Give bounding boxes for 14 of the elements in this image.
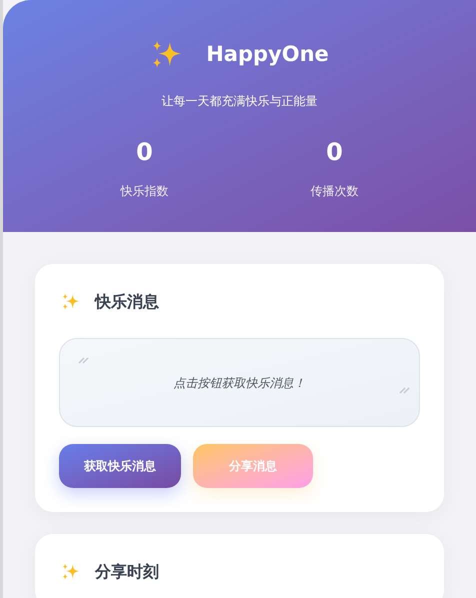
subtitle: 让每一天都充满快乐与正能量: [162, 93, 318, 110]
message-text: 点击按钮获取快乐消息！: [174, 374, 306, 392]
quote-icon: [399, 387, 411, 394]
stat-value: 0: [326, 140, 343, 164]
app-title: HappyOne: [206, 41, 329, 68]
stat-label: 传播次数: [310, 183, 358, 200]
stat-label: 快乐指数: [120, 183, 168, 200]
quote-icon: [78, 357, 90, 364]
card-title: 快乐消息: [95, 291, 159, 313]
sparkle-icon: [61, 562, 81, 582]
card-title: 分享时刻: [95, 561, 159, 583]
stat-value: 0: [136, 140, 153, 164]
sparkle-icon: [61, 292, 81, 312]
action-button[interactable]: 获取快乐消息: [59, 444, 181, 488]
